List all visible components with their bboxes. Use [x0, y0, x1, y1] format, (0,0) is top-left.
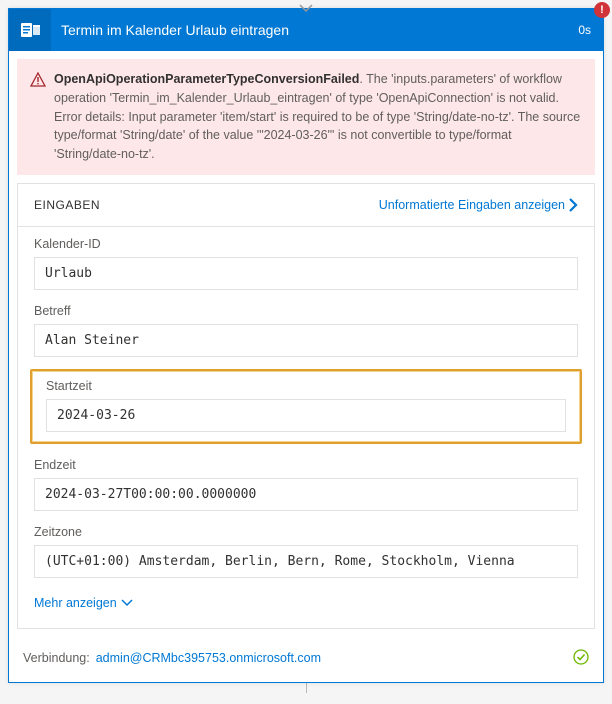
field-label: Endzeit — [34, 458, 578, 472]
field-value: 2024-03-26 — [46, 399, 566, 432]
error-text: OpenApiOperationParameterTypeConversionF… — [54, 70, 582, 164]
field-start-highlighted: Startzeit 2024-03-26 — [30, 369, 582, 444]
field-value: Urlaub — [34, 257, 578, 290]
inputs-header: EINGABEN Unformatierte Eingaben anzeigen — [18, 184, 594, 227]
field-value: (UTC+01:00) Amsterdam, Berlin, Bern, Rom… — [34, 545, 578, 578]
field-subject: Betreff Alan Steiner — [18, 294, 594, 361]
field-value: Alan Steiner — [34, 324, 578, 357]
show-more-link[interactable]: Mehr anzeigen — [18, 582, 594, 628]
success-check-icon — [573, 649, 589, 668]
field-label: Kalender-ID — [34, 237, 578, 251]
error-title: OpenApiOperationParameterTypeConversionF… — [54, 72, 359, 86]
connection-account-link[interactable]: admin@CRMbc395753.onmicrosoft.com — [96, 651, 321, 665]
field-end: Endzeit 2024-03-27T00:00:00.0000000 — [18, 448, 594, 515]
raw-link-label: Unformatierte Eingaben anzeigen — [379, 198, 565, 212]
chevron-right-icon — [569, 198, 578, 212]
card-title: Termin im Kalender Urlaub eintragen — [51, 22, 578, 38]
field-label: Betreff — [34, 304, 578, 318]
inputs-panel: EINGABEN Unformatierte Eingaben anzeigen… — [17, 183, 595, 629]
connector-line — [8, 683, 604, 693]
chevron-down-icon — [121, 599, 133, 607]
connector-arrow-down-icon — [299, 1, 313, 17]
action-card: ! Termin im Kalender Urlaub eintragen 0s… — [8, 8, 604, 683]
field-timezone: Zeitzone (UTC+01:00) Amsterdam, Berlin, … — [18, 515, 594, 582]
field-label: Startzeit — [46, 379, 566, 393]
error-banner: OpenApiOperationParameterTypeConversionF… — [17, 59, 595, 175]
outlook-icon — [9, 9, 51, 51]
field-label: Zeitzone — [34, 525, 578, 539]
card-duration: 0s — [578, 23, 603, 37]
show-more-label: Mehr anzeigen — [34, 596, 117, 610]
warning-icon — [30, 72, 46, 164]
inputs-title: EINGABEN — [34, 198, 100, 212]
field-value: 2024-03-27T00:00:00.0000000 — [34, 478, 578, 511]
connection-label: Verbindung: — [23, 651, 90, 665]
field-calendar-id: Kalender-ID Urlaub — [18, 227, 594, 294]
error-badge-icon: ! — [594, 2, 610, 18]
show-raw-inputs-link[interactable]: Unformatierte Eingaben anzeigen — [379, 198, 578, 212]
card-footer: Verbindung: admin@CRMbc395753.onmicrosof… — [9, 637, 603, 682]
